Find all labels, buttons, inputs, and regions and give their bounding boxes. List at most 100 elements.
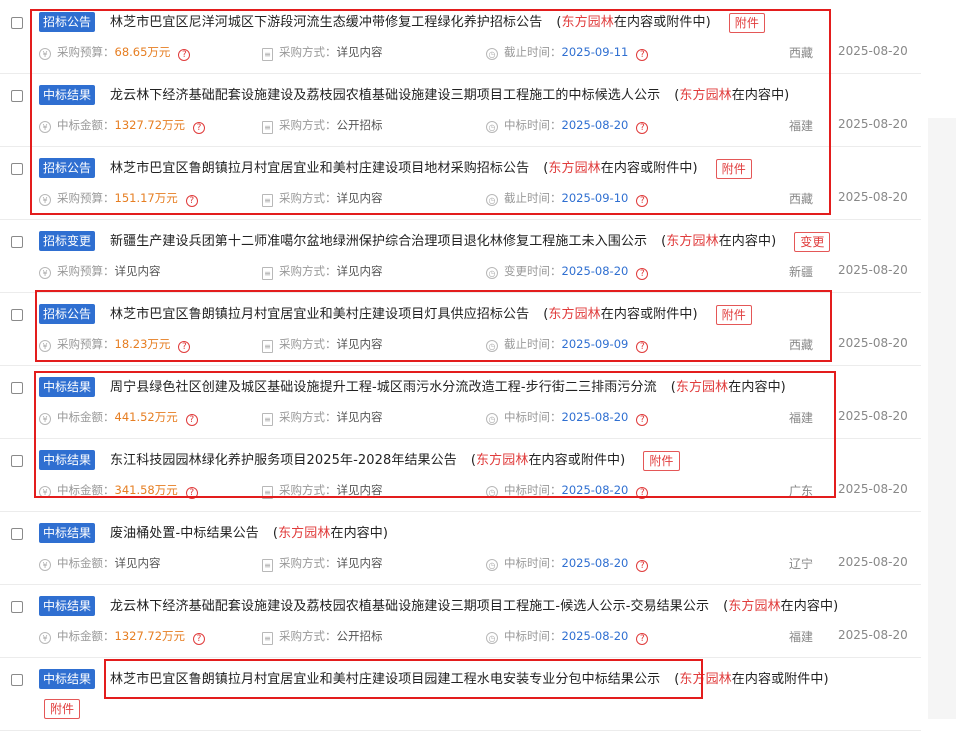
clock-icon: ◷: [486, 121, 498, 133]
meta-label: 截止时间：: [504, 337, 562, 351]
keyword-match-note: (东方园林在内容中): [723, 599, 839, 614]
notice-title-link[interactable]: 新疆生产建设兵团第十二师准噶尔盆地绿洲保护综合治理项目退化林修复工程施工未入围公…: [110, 230, 831, 252]
select-checkbox[interactable]: [11, 90, 23, 102]
attachment-badge[interactable]: 附件: [728, 12, 765, 33]
select-checkbox[interactable]: [11, 163, 23, 175]
notice-title-link[interactable]: 林芝市巴宜区尼洋河城区下游段河流生态缓冲带修复工程绿化养护招标公告 (东方园林在内…: [110, 11, 765, 33]
list-item: 中标结果 林芝市巴宜区鲁朗镇拉月村宜居宜业和美村庄建设项目园建工程水电安装专业分包…: [0, 657, 921, 731]
notice-title-link[interactable]: 东江科技园园林绿化养护服务项目2025年-2028年结果公告 (东方园林在内容或附…: [110, 449, 680, 471]
notice-title-link[interactable]: 龙云林下经济基础配套设施建设及荔枝园农植基础设施建设三期项目工程施工-候选人公示…: [110, 595, 838, 614]
select-checkbox[interactable]: [11, 601, 23, 613]
help-icon[interactable]: ?: [636, 268, 649, 280]
meta-amount: ¥ 中标金额：1327.72万元?: [39, 628, 206, 645]
help-icon[interactable]: ?: [636, 633, 649, 645]
help-icon[interactable]: ?: [636, 341, 649, 353]
notice-title-link[interactable]: 林芝市巴宜区鲁朗镇拉月村宜居宜业和美村庄建设项目园建工程水电安装专业分包中标结果…: [110, 668, 829, 687]
notice-title-text[interactable]: 林芝市巴宜区鲁朗镇拉月村宜居宜业和美村庄建设项目地材采购招标公告: [110, 161, 529, 176]
help-icon[interactable]: ?: [193, 122, 206, 134]
select-checkbox[interactable]: [11, 455, 23, 467]
publish-date: 2025-08-20: [838, 117, 908, 131]
select-checkbox[interactable]: [11, 528, 23, 540]
meta-value: 2025-09-10: [561, 191, 629, 205]
yen-icon: ¥: [39, 194, 51, 206]
notice-title-text[interactable]: 废油桶处置-中标结果公告: [110, 526, 259, 541]
meta-label: 采购方式：: [279, 191, 337, 205]
yen-icon: ¥: [39, 48, 51, 60]
notice-title-text[interactable]: 龙云林下经济基础配套设施建设及荔枝园农植基础设施建设三期项目工程施工-候选人公示…: [110, 599, 709, 614]
clock-icon: ◷: [486, 194, 498, 206]
meta-label: 采购方式：: [279, 45, 337, 59]
meta-value: 详见内容: [336, 45, 383, 59]
region-label: 福建: [789, 630, 814, 644]
attachment-badge[interactable]: 附件: [715, 158, 752, 179]
help-icon[interactable]: ?: [636, 49, 649, 61]
notice-title-link[interactable]: 龙云林下经济基础配套设施建设及荔枝园农植基础设施建设三期项目工程施工的中标候选人…: [110, 84, 789, 103]
publish-date: 2025-08-20: [838, 190, 908, 204]
notice-title-text[interactable]: 周宁县绿色社区创建及城区基础设施提升工程-城区雨污水分流改造工程-步行街二三排雨…: [110, 380, 657, 395]
region-label: 西藏: [789, 46, 814, 60]
help-icon[interactable]: ?: [178, 341, 191, 353]
help-icon[interactable]: ?: [636, 122, 649, 134]
yen-icon: ¥: [39, 486, 51, 498]
region-label: 福建: [789, 119, 814, 133]
notice-title-text[interactable]: 龙云林下经济基础配套设施建设及荔枝园农植基础设施建设三期项目工程施工的中标候选人…: [110, 88, 660, 103]
list-item: 招标公告 林芝市巴宜区鲁朗镇拉月村宜居宜业和美村庄建设项目地材采购招标公告 (东方园…: [0, 146, 921, 220]
publish-date: 2025-08-20: [838, 44, 908, 58]
select-checkbox[interactable]: [11, 309, 23, 321]
attachment-badge[interactable]: 附件: [643, 450, 680, 471]
meta-value: 详见内容: [114, 556, 161, 570]
select-checkbox[interactable]: [11, 674, 23, 686]
meta-label: 中标金额：: [57, 410, 115, 424]
notice-title-text[interactable]: 新疆生产建设兵团第十二师准噶尔盆地绿洲保护综合治理项目退化林修复工程施工未入围公…: [110, 234, 647, 249]
help-icon[interactable]: ?: [636, 560, 649, 572]
help-icon[interactable]: ?: [185, 414, 198, 426]
help-icon[interactable]: ?: [636, 487, 649, 499]
help-icon[interactable]: ?: [636, 414, 649, 426]
meta-label: 变更时间：: [504, 264, 562, 278]
notice-title-text[interactable]: 东江科技园园林绿化养护服务项目2025年-2028年结果公告: [110, 453, 457, 468]
meta-value: 公开招标: [336, 629, 383, 643]
attachment-badge[interactable]: 附件: [715, 304, 752, 325]
list-item: 中标结果 东江科技园园林绿化养护服务项目2025年-2028年结果公告 (东方园林在…: [0, 438, 921, 512]
meta-method: ≡ 采购方式：详见内容: [262, 263, 383, 280]
notice-title-text[interactable]: 林芝市巴宜区尼洋河城区下游段河流生态缓冲带修复工程绿化养护招标公告: [110, 15, 542, 30]
notice-title-link[interactable]: 林芝市巴宜区鲁朗镇拉月村宜居宜业和美村庄建设项目灯具供应招标公告 (东方园林在内容…: [110, 303, 752, 325]
keyword-highlight: 东方园林: [548, 161, 601, 176]
document-icon: ≡: [262, 632, 273, 645]
meta-label: 中标时间：: [504, 410, 562, 424]
notice-title-link[interactable]: 林芝市巴宜区鲁朗镇拉月村宜居宜业和美村庄建设项目地材采购招标公告 (东方园林在内容…: [110, 157, 752, 179]
help-icon[interactable]: ?: [185, 487, 198, 499]
meta-amount: ¥ 中标金额：341.58万元?: [39, 482, 198, 499]
help-icon[interactable]: ?: [178, 49, 191, 61]
meta-amount: ¥ 中标金额：详见内容: [39, 555, 161, 571]
notice-title-link[interactable]: 废油桶处置-中标结果公告 (东方园林在内容中): [110, 522, 388, 541]
meta-method: ≡ 采购方式：公开招标: [262, 628, 383, 645]
yen-icon: ¥: [39, 413, 51, 425]
keyword-highlight: 东方园林: [728, 599, 781, 614]
scroll-gutter: [928, 118, 956, 719]
help-icon[interactable]: ?: [636, 195, 649, 207]
list-item: 招标变更 新疆生产建设兵团第十二师准噶尔盆地绿洲保护综合治理项目退化林修复工程施工…: [0, 219, 921, 293]
meta-method: ≡ 采购方式：详见内容: [262, 336, 383, 353]
select-checkbox[interactable]: [11, 17, 23, 29]
publish-date: 2025-08-20: [838, 263, 908, 277]
meta-value: 公开招标: [336, 118, 383, 132]
help-icon[interactable]: ?: [193, 633, 206, 645]
meta-label: 中标时间：: [504, 556, 562, 570]
change-badge[interactable]: 变更: [794, 231, 831, 252]
notice-type-tag: 中标结果: [39, 669, 96, 689]
notice-title-text[interactable]: 林芝市巴宜区鲁朗镇拉月村宜居宜业和美村庄建设项目灯具供应招标公告: [110, 307, 529, 322]
notice-title-text[interactable]: 林芝市巴宜区鲁朗镇拉月村宜居宜业和美村庄建设项目园建工程水电安装专业分包中标结果…: [110, 672, 660, 687]
attachment-badge[interactable]: 附件: [44, 699, 81, 719]
select-checkbox[interactable]: [11, 236, 23, 248]
keyword-match-note: (东方园林在内容或附件中): [470, 453, 626, 468]
meta-value: 441.52万元: [114, 410, 178, 424]
meta-label: 采购预算：: [57, 45, 115, 59]
help-icon[interactable]: ?: [185, 195, 198, 207]
notice-title-link[interactable]: 周宁县绿色社区创建及城区基础设施提升工程-城区雨污水分流改造工程-步行街二三排雨…: [110, 376, 786, 395]
select-checkbox[interactable]: [11, 382, 23, 394]
keyword-match-note: (东方园林在内容或附件中): [674, 672, 829, 687]
region-label: 西藏: [789, 192, 814, 206]
meta-label: 采购方式：: [279, 337, 337, 351]
notice-type-tag: 中标结果: [39, 596, 96, 616]
